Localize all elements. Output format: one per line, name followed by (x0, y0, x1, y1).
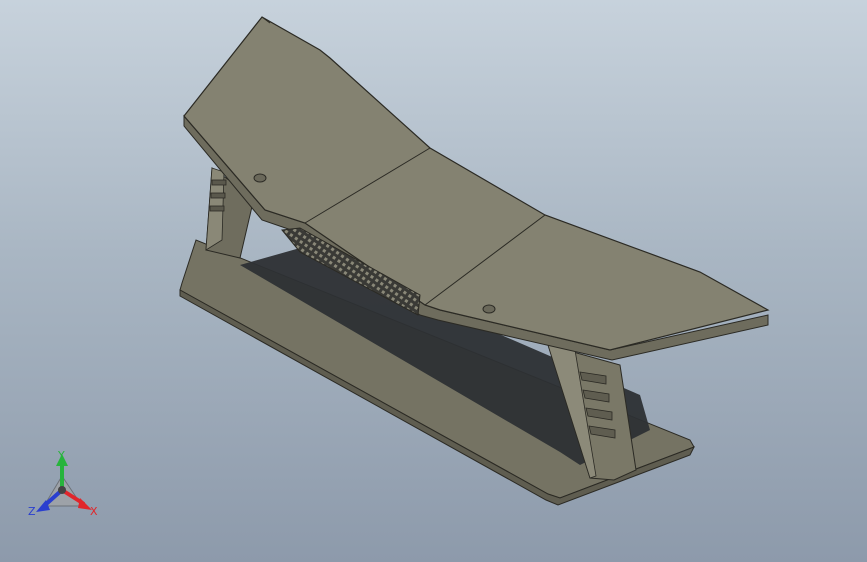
graphics-viewport[interactable]: Y X Z (0, 0, 867, 562)
cable-grommet (253, 173, 267, 183)
orientation-triad: Y X Z (28, 449, 98, 518)
triad-x-label: X (90, 505, 98, 518)
cable-grommet (482, 304, 496, 314)
model-scene: Y X Z (28, 16, 770, 518)
triad-y-label: Y (57, 449, 65, 462)
triad-z-label: Z (28, 505, 36, 518)
